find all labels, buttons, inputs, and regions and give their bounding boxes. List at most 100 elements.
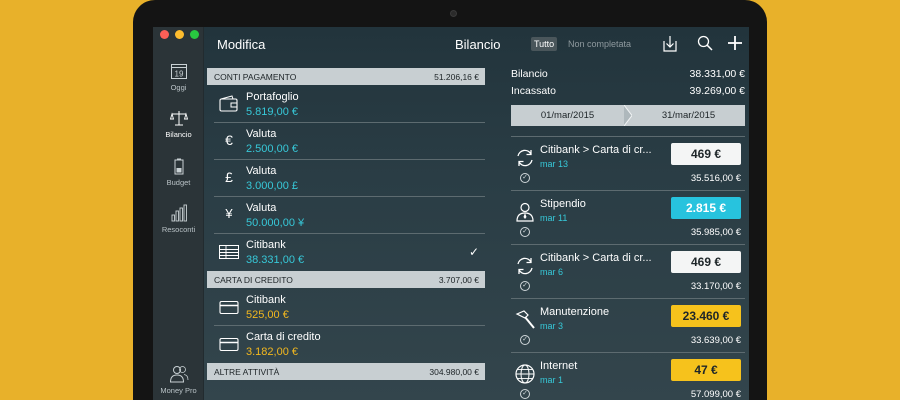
zoom-window-button[interactable] [190, 30, 199, 39]
section-title: CARTA DI CREDITO [214, 274, 293, 285]
running-balance: 33.170,00 € [690, 281, 741, 292]
account-row-valuta-jpy[interactable]: ¥ Valuta 50.000,00 ¥ [214, 197, 485, 234]
account-amount: 525,00 € [246, 309, 289, 321]
transaction-row[interactable]: Internet mar 1 ✓ 47 € 57.099,00 € [511, 352, 745, 400]
section-header-payment-accounts: CONTI PAGAMENTO 51.206,16 € [207, 68, 485, 85]
account-amount: 38.331,00 € [246, 254, 305, 266]
battery-icon [174, 158, 183, 175]
transfer-icon [517, 149, 533, 167]
account-amount: 2.500,00 € [246, 143, 298, 155]
account-name: Valuta [246, 128, 277, 140]
balance-summary-row: Bilancio 38.331,00 € [511, 68, 745, 85]
sidebar-item-budget[interactable]: Budget [153, 157, 204, 187]
search-icon[interactable] [697, 35, 713, 51]
account-name: Valuta [246, 165, 277, 177]
transaction-row[interactable]: Citibank > Carta di cr... mar 6 ✓ 469 € … [511, 244, 745, 298]
sidebar-item-label: Resoconti [161, 225, 196, 234]
accounts-list: CONTI PAGAMENTO 51.206,16 € Portafoglio … [207, 68, 485, 381]
sidebar-item-label: Bilancio [165, 130, 192, 139]
bar-chart-icon [171, 204, 187, 222]
transaction-row[interactable]: Citibank > Carta di cr... mar 13 ✓ 469 €… [511, 136, 745, 190]
cleared-check-icon[interactable]: ✓ [520, 227, 530, 237]
cleared-check-icon[interactable]: ✓ [520, 335, 530, 345]
transaction-date: mar 1 [540, 375, 564, 385]
cleared-check-icon[interactable]: ✓ [520, 389, 530, 399]
section-title: CONTI PAGAMENTO [214, 71, 297, 82]
transaction-title: Citibank > Carta di cr... [540, 144, 652, 156]
transaction-row[interactable]: Manutenzione mar 3 ✓ 23.460 € 33.639,00 … [511, 298, 745, 352]
wallet-icon [219, 95, 238, 112]
sidebar-item-label: Budget [166, 178, 191, 187]
filter-incomplete-tab[interactable]: Non completata [568, 39, 631, 49]
account-amount: 3.182,00 € [246, 346, 298, 358]
account-amount: 50.000,00 ¥ [246, 217, 305, 229]
camera-icon [450, 10, 457, 17]
account-row-citibank-card[interactable]: Citibank 525,00 € [214, 289, 485, 326]
person-icon [516, 202, 534, 222]
sidebar-item-label: Oggi [170, 83, 187, 92]
running-balance: 57.099,00 € [690, 389, 741, 400]
credit-card-icon [219, 300, 239, 315]
transactions-panel: Bilancio 38.331,00 € Incassato 39.269,00… [511, 68, 745, 400]
close-window-button[interactable] [160, 30, 169, 39]
cashed-value: 39.269,00 € [689, 85, 745, 97]
section-header-other-assets: ALTRE ATTIVITÀ 304.980,00 € [207, 363, 485, 380]
transaction-title: Manutenzione [540, 306, 610, 318]
transaction-row[interactable]: Stipendio mar 11 ✓ 2.815 € 35.985,00 € [511, 190, 745, 244]
app-window: 19 Oggi Bilancio Budget Resoconti Money … [153, 27, 749, 400]
account-row-carta-di-credito[interactable]: Carta di credito 3.182,00 € [214, 326, 485, 363]
sidebar-item-oggi[interactable]: 19 Oggi [153, 62, 204, 92]
balance-scale-icon [169, 111, 188, 126]
account-row-valuta-eur[interactable]: € Valuta 2.500,00 € [214, 123, 485, 160]
running-balance: 33.639,00 € [690, 335, 741, 346]
date-separator-icon [624, 105, 632, 126]
account-name: Carta di credito [246, 331, 321, 343]
sidebar-item-money-pro[interactable]: Money Pro [153, 365, 204, 395]
sidebar: 19 Oggi Bilancio Budget Resoconti Money … [153, 27, 204, 400]
section-title: ALTRE ATTIVITÀ [214, 366, 280, 377]
page-title: Bilancio [455, 37, 501, 52]
sidebar-item-resoconti[interactable]: Resoconti [153, 204, 204, 234]
transaction-title: Internet [540, 360, 578, 372]
selected-check-icon: ✓ [468, 245, 479, 259]
transaction-amount-badge: 2.815 € [671, 197, 741, 219]
account-name: Citibank [246, 294, 286, 306]
pound-icon: £ [225, 169, 233, 185]
transaction-date: mar 3 [540, 321, 564, 331]
euro-icon: € [225, 132, 233, 148]
filter-all-tab[interactable]: Tutto [531, 37, 558, 51]
date-to-button[interactable]: 31/mar/2015 [632, 110, 745, 121]
sidebar-item-bilancio[interactable]: Bilancio [153, 109, 204, 139]
toolbar: Modifica Bilancio Tutto Non completata [204, 27, 749, 62]
transaction-title: Stipendio [540, 198, 586, 210]
transaction-date: mar 6 [540, 267, 564, 277]
cashed-label: Incassato [511, 85, 556, 97]
account-row-portafoglio[interactable]: Portafoglio 5.819,00 € [214, 86, 485, 123]
calendar-day: 19 [174, 70, 183, 79]
cashed-summary-row: Incassato 39.269,00 € [511, 85, 745, 102]
date-range-selector: 01/mar/2015 31/mar/2015 [511, 105, 745, 126]
account-amount: 5.819,00 € [246, 106, 298, 118]
download-icon[interactable] [662, 35, 678, 53]
sidebar-item-label: Money Pro [160, 386, 197, 395]
cleared-check-icon[interactable]: ✓ [520, 281, 530, 291]
credit-card-icon [219, 337, 239, 352]
yen-icon: ¥ [225, 206, 233, 221]
transaction-title: Citibank > Carta di cr... [540, 252, 652, 264]
globe-icon [515, 364, 535, 384]
cleared-check-icon[interactable]: ✓ [520, 173, 530, 183]
section-total: 304.980,00 € [429, 366, 479, 377]
account-row-valuta-gbp[interactable]: £ Valuta 3.000,00 £ [214, 160, 485, 197]
transaction-date: mar 13 [540, 159, 569, 169]
running-balance: 35.516,00 € [690, 173, 741, 184]
users-icon [169, 366, 188, 383]
minimize-window-button[interactable] [175, 30, 184, 39]
date-from-button[interactable]: 01/mar/2015 [511, 110, 624, 121]
window-controls [160, 30, 199, 39]
hammer-icon [515, 310, 535, 329]
account-row-citibank[interactable]: Citibank 38.331,00 € ✓ [214, 234, 485, 271]
transaction-amount-badge: 23.460 € [671, 305, 741, 327]
section-total: 51.206,16 € [434, 71, 479, 82]
add-icon[interactable] [727, 35, 743, 51]
edit-button[interactable]: Modifica [217, 37, 265, 52]
